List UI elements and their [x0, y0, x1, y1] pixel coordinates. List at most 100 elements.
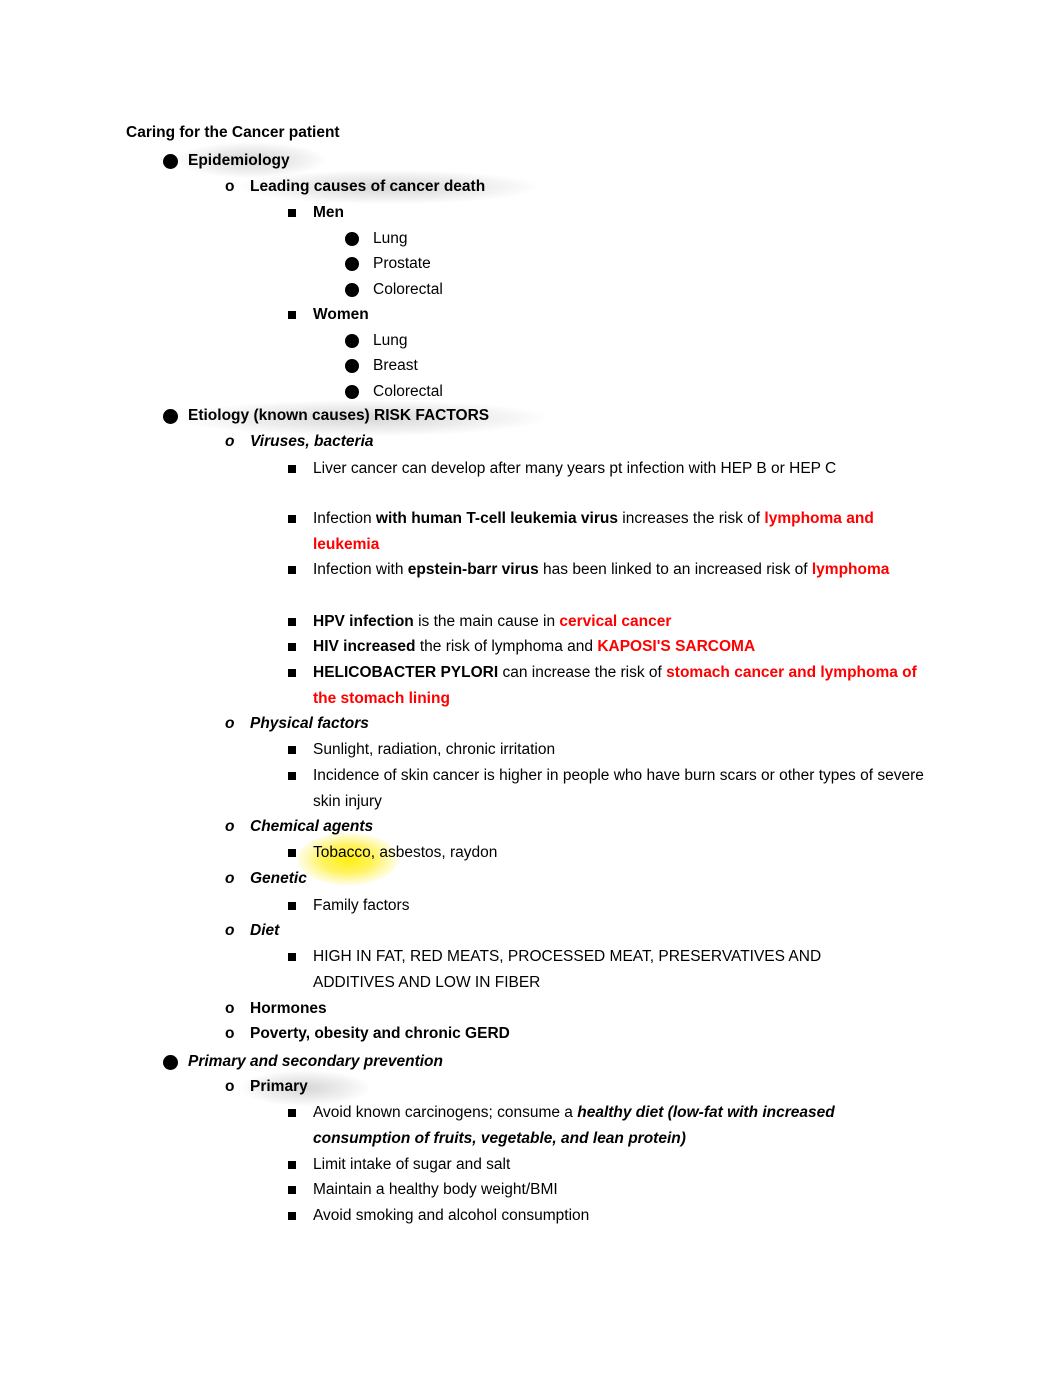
segment-plain: Liver cancer can develop after many year…	[313, 460, 837, 477]
outline-item-hiv: HIV increased the risk of lymphoma and K…	[288, 634, 936, 660]
outline-label: Men	[313, 204, 344, 221]
outline-item-skin-cancer: Incidence of skin cancer is higher in pe…	[288, 763, 936, 814]
disc-bullet-icon	[163, 154, 178, 169]
outline-label: Hormones	[250, 1000, 327, 1017]
outline-item-men-colorectal: Colorectal	[345, 277, 945, 303]
outline-label: Breast	[373, 357, 418, 374]
square-bullet-icon	[288, 746, 296, 754]
outline-text: Avoid smoking and alcohol consumption	[313, 1207, 590, 1224]
square-bullet-icon	[288, 1161, 296, 1169]
circle-bullet-icon: o	[225, 178, 235, 195]
square-bullet-icon	[288, 618, 296, 626]
outline-label: Primary and secondary prevention	[188, 1053, 443, 1070]
segment-red: lymphoma	[811, 561, 890, 578]
segment-bold: HIV increased	[313, 638, 416, 655]
outline-label: Leading causes of cancer death	[250, 178, 486, 195]
outline-label: Etiology (known causes) RISK FACTORS	[188, 407, 490, 424]
outline-item-viruses-bacteria: o Viruses, bacteria	[225, 429, 955, 455]
outline-text: Avoid known carcinogens; consume a healt…	[313, 1100, 888, 1151]
outline-label: Genetic	[250, 870, 307, 887]
outline-item-avoid-smoking: Avoid smoking and alcohol consumption	[288, 1203, 936, 1229]
outline-item-chemical-agents: o Chemical agents	[225, 814, 955, 840]
disc-bullet-icon	[163, 1055, 178, 1070]
circle-bullet-icon: o	[225, 1000, 235, 1017]
outline-item-etiology: Etiology (known causes) RISK FACTORS	[163, 403, 953, 429]
outline-item-physical-factors: o Physical factors	[225, 711, 955, 737]
outline-item-women-lung: Lung	[345, 328, 945, 354]
outline-item-men: Men	[288, 200, 948, 226]
segment-plain: , asbestos, raydon	[370, 844, 498, 861]
outline-text: HIV increased the risk of lymphoma and K…	[313, 634, 936, 660]
disc-bullet-icon	[345, 334, 359, 348]
outline-item-primary: o Primary	[225, 1074, 955, 1100]
segment-red: cervical cancer	[559, 613, 672, 630]
disc-bullet-icon	[345, 283, 359, 297]
circle-bullet-icon: o	[225, 870, 235, 887]
segment-plain: Infection	[313, 510, 376, 527]
outline-item-hormones: o Hormones	[225, 996, 955, 1022]
outline-item-women-breast: Breast	[345, 353, 945, 379]
outline-label: Colorectal	[373, 281, 443, 298]
circle-bullet-icon: o	[225, 1025, 235, 1042]
outline-text: HELICOBACTER PYLORI can increase the ris…	[313, 660, 936, 711]
square-bullet-icon	[288, 669, 296, 677]
disc-bullet-icon	[345, 257, 359, 271]
square-bullet-icon	[288, 1109, 296, 1117]
outline-label: Viruses, bacteria	[250, 433, 374, 450]
square-bullet-icon	[288, 209, 296, 217]
outline-text: Tobacco, asbestos, raydon	[313, 840, 936, 866]
outline-text: Family factors	[313, 897, 410, 914]
disc-bullet-icon	[163, 409, 178, 424]
segment-bold: HELICOBACTER PYLORI	[313, 664, 499, 681]
outline-item-limit-sugar: Limit intake of sugar and salt	[288, 1152, 936, 1178]
square-bullet-icon	[288, 953, 296, 961]
outline-text: Incidence of skin cancer is higher in pe…	[313, 767, 924, 810]
outline-text: Liver cancer can develop after many year…	[313, 456, 936, 482]
document-page: Caring for the Cancer patient Epidemiolo…	[0, 0, 1062, 1377]
outline-text: Maintain a healthy body weight/BMI	[313, 1181, 558, 1198]
square-bullet-icon	[288, 902, 296, 910]
segment-plain: the risk of lymphoma and	[415, 638, 598, 655]
segment-red: KAPOSI'S SARCOMA	[597, 638, 756, 655]
disc-bullet-icon	[345, 385, 359, 399]
segment-plain: Avoid known carcinogens; consume a	[313, 1104, 578, 1121]
outline-label: Poverty, obesity and chronic GERD	[250, 1025, 510, 1042]
outline-label: Diet	[250, 922, 280, 939]
outline-label: Physical factors	[250, 715, 369, 732]
outline-item-healthy-weight: Maintain a healthy body weight/BMI	[288, 1177, 936, 1203]
outline-label: Lung	[373, 332, 408, 349]
outline-text: Limit intake of sugar and salt	[313, 1156, 511, 1173]
segment-bold: HPV infection	[313, 613, 414, 630]
square-bullet-icon	[288, 1212, 296, 1220]
segment-plain: increases the risk of	[617, 510, 765, 527]
page-title: Caring for the Cancer patient	[126, 124, 340, 141]
outline-item-men-lung: Lung	[345, 226, 945, 252]
square-bullet-icon	[288, 772, 296, 780]
square-bullet-icon	[288, 515, 296, 523]
outline-item-epstein-barr: Infection with epstein-barr virus has be…	[288, 557, 936, 583]
square-bullet-icon	[288, 311, 296, 319]
outline-item-diet-detail: HIGH IN FAT, RED MEATS, PROCESSED MEAT, …	[288, 944, 888, 995]
outline-item-h-pylori: HELICOBACTER PYLORI can increase the ris…	[288, 660, 936, 711]
square-bullet-icon	[288, 849, 296, 857]
square-bullet-icon	[288, 1186, 296, 1194]
square-bullet-icon	[288, 465, 296, 473]
outline-label: Epidemiology	[188, 152, 290, 169]
circle-bullet-icon: o	[225, 433, 235, 450]
segment-plain: can increase the risk of	[498, 664, 667, 681]
segment-bold: epstein-barr virus	[407, 561, 539, 578]
circle-bullet-icon: o	[225, 818, 235, 835]
outline-item-liver-cancer: Liver cancer can develop after many year…	[288, 456, 936, 482]
segment-bold: with human T-cell leukemia virus	[375, 510, 618, 527]
circle-bullet-icon: o	[225, 1078, 235, 1095]
outline-item-tcell-leukemia: Infection with human T-cell leukemia vir…	[288, 506, 936, 557]
circle-bullet-icon: o	[225, 922, 235, 939]
square-bullet-icon	[288, 643, 296, 651]
outline-item-leading-causes: o Leading causes of cancer death	[225, 174, 955, 200]
outline-label: Colorectal	[373, 383, 443, 400]
outline-item-epidemiology: Epidemiology	[163, 148, 953, 174]
outline-label: Prostate	[373, 255, 431, 272]
outline-text: Sunlight, radiation, chronic irritation	[313, 741, 556, 758]
outline-text: Infection with human T-cell leukemia vir…	[313, 506, 936, 557]
outline-label: Chemical agents	[250, 818, 374, 835]
